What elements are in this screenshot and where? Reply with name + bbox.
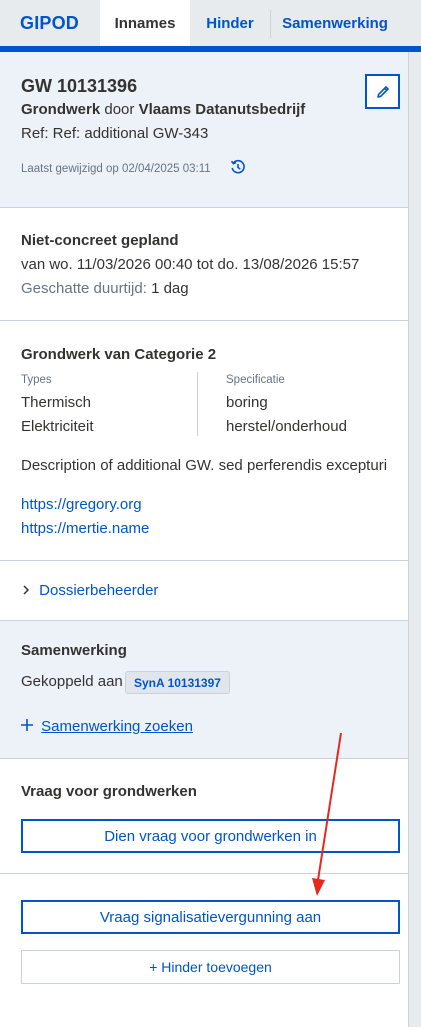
planning-status: Niet-concreet gepland	[21, 232, 179, 249]
external-link[interactable]: https://mertie.name	[21, 520, 149, 537]
work-type: Grondwerk	[21, 101, 101, 118]
top-navigation: GIPOD Innames Hinder Samenwerking	[0, 0, 421, 52]
search-collaboration-link[interactable]: Samenwerking zoeken	[21, 718, 193, 735]
dossier-toggle[interactable]: Dossierbeheerder	[21, 582, 158, 599]
work-reference: Ref: Ref: additional GW-343	[21, 125, 209, 142]
planning-section: Niet-concreet gepland van wo. 11/03/2026…	[0, 208, 408, 321]
type-value: Thermisch	[21, 394, 92, 411]
work-owner-line: Grondwerk door Vlaams Datanutsbedrijf	[21, 101, 305, 118]
header-section: GW 10131396 Grondwerk door Vlaams Datanu…	[0, 52, 408, 208]
dossier-label: Dossierbeheerder	[39, 582, 159, 599]
plus-icon	[21, 718, 37, 735]
question-section: Vraag voor grondwerken Dien vraag voor g…	[0, 759, 408, 874]
linked-collaboration-badge[interactable]: SynA 10131397	[125, 671, 230, 694]
work-by: door	[104, 101, 135, 118]
tab-samenwerking[interactable]: Samenwerking	[271, 0, 399, 46]
external-link[interactable]: https://gregory.org	[21, 496, 142, 513]
brand-logo[interactable]: GIPOD	[0, 0, 100, 46]
history-icon[interactable]	[230, 159, 246, 175]
chevron-right-icon	[21, 582, 35, 599]
category-description: Description of additional GW. sed perfer…	[21, 457, 388, 474]
detail-panel: GW 10131396 Grondwerk door Vlaams Datanu…	[0, 52, 409, 1027]
planning-duration: Geschatte duurtijd: 1 dag	[21, 280, 189, 297]
question-title: Vraag voor grondwerken	[21, 783, 197, 800]
request-permit-button[interactable]: Vraag signalisatievergunning aan	[21, 900, 400, 934]
work-id: GW 10131396	[21, 76, 138, 96]
types-label: Types	[21, 374, 52, 386]
search-collaboration-label: Samenwerking zoeken	[41, 718, 193, 735]
spec-value: herstel/onderhoud	[226, 418, 347, 435]
category-section: Grondwerk van Categorie 2 Types Specific…	[0, 321, 408, 561]
tab-hinder[interactable]: Hinder	[190, 0, 270, 46]
actions-section: Vraag signalisatievergunning aan + Hinde…	[0, 874, 408, 1027]
category-title: Grondwerk van Categorie 2	[21, 346, 217, 363]
duration-label: Geschatte duurtijd:	[21, 280, 147, 297]
spec-value: boring	[226, 394, 268, 411]
duration-value: 1 dag	[151, 280, 189, 297]
dossier-section: Dossierbeheerder	[0, 561, 408, 621]
last-modified: Laatst gewijzigd op 02/04/2025 03:11	[21, 163, 211, 175]
pencil-icon	[376, 85, 389, 98]
column-divider	[197, 372, 198, 436]
work-owner: Vlaams Datanutsbedrijf	[138, 101, 306, 118]
planning-period: van wo. 11/03/2026 00:40 tot do. 13/08/2…	[21, 256, 360, 273]
submit-question-button[interactable]: Dien vraag voor grondwerken in	[21, 819, 400, 853]
collaboration-title: Samenwerking	[21, 642, 127, 659]
spec-label: Specificatie	[226, 374, 285, 386]
type-value: Elektriciteit	[21, 418, 94, 435]
tab-innames[interactable]: Innames	[100, 0, 190, 46]
edit-button[interactable]	[365, 74, 400, 109]
linked-label: Gekoppeld aan	[21, 673, 123, 690]
add-hinder-button[interactable]: + Hinder toevoegen	[21, 950, 400, 984]
